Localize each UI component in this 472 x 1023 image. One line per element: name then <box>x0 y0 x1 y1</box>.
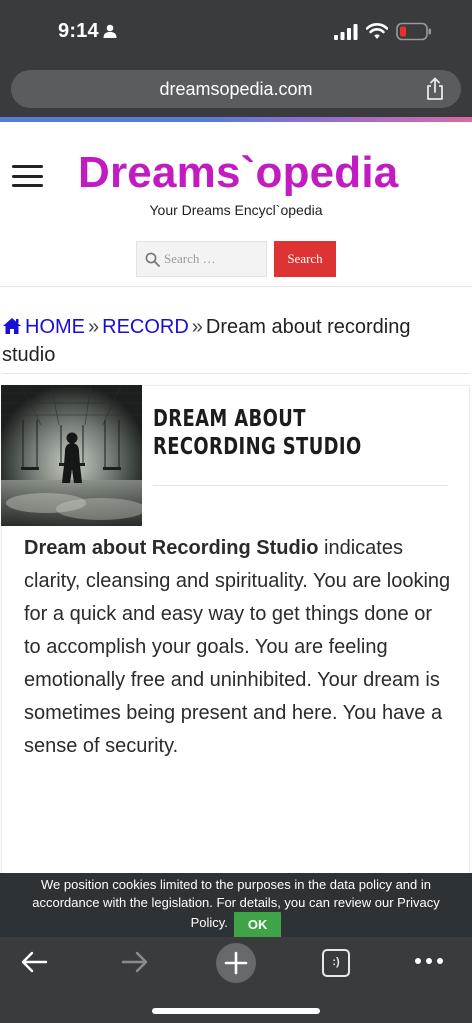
browser-top-chrome: 9:14 dreamsopedia.com <box>0 0 472 122</box>
title-divider <box>153 485 448 486</box>
breadcrumb-separator: » <box>191 316 203 338</box>
share-icon[interactable] <box>425 77 445 101</box>
cellular-signal-icon <box>334 24 358 40</box>
status-time: 9:14 <box>58 20 99 42</box>
back-arrow-icon[interactable] <box>20 950 48 974</box>
hamburger-menu-icon[interactable] <box>12 165 43 187</box>
article-body-lead: Dream about Recording Studio <box>24 537 319 559</box>
home-icon <box>3 318 21 334</box>
breadcrumb-home-label: HOME <box>25 316 85 338</box>
article-thumbnail-image[interactable] <box>1 385 142 526</box>
cookie-consent-banner: We position cookies limited to the purpo… <box>0 873 472 938</box>
home-indicator[interactable] <box>152 1008 320 1014</box>
article-body: Dream about Recording Studio indicates c… <box>24 532 454 763</box>
forward-arrow-icon[interactable] <box>121 950 149 974</box>
article-title: Dream about Recording Studio <box>153 406 362 460</box>
status-bar: 9:14 <box>0 0 472 62</box>
tabs-overview-button[interactable]: :) <box>322 949 350 977</box>
plus-icon <box>224 951 248 975</box>
page-load-accent-line <box>0 117 472 122</box>
address-bar[interactable]: dreamsopedia.com <box>11 70 461 108</box>
wifi-icon <box>366 23 388 39</box>
article-body-text: indicates clarity, cleansing and spiritu… <box>24 537 451 757</box>
site-logo[interactable]: Dreams`opedia <box>78 147 398 199</box>
breadcrumb-separator: » <box>88 316 100 338</box>
breadcrumb-home-link[interactable]: HOME <box>2 316 85 338</box>
cookie-consent-text-wrap: We position cookies limited to the purpo… <box>18 876 454 938</box>
battery-low-icon <box>396 22 431 41</box>
url-text: dreamsopedia.com <box>159 79 313 99</box>
header-divider <box>0 286 472 287</box>
more-options-icon[interactable] <box>414 957 444 965</box>
site-tagline: Your Dreams Encycl`opedia <box>149 202 323 218</box>
cookie-ok-button[interactable]: OK <box>233 912 282 938</box>
breadcrumb-record-link[interactable]: RECORD <box>102 316 189 338</box>
new-tab-button[interactable] <box>216 943 256 983</box>
person-icon <box>103 24 117 38</box>
search-icon <box>145 252 160 267</box>
breadcrumb: HOME» RECORD» Dream about recording studio <box>2 313 468 369</box>
search-button[interactable]: Search <box>274 241 336 277</box>
breadcrumb-divider <box>2 373 470 374</box>
